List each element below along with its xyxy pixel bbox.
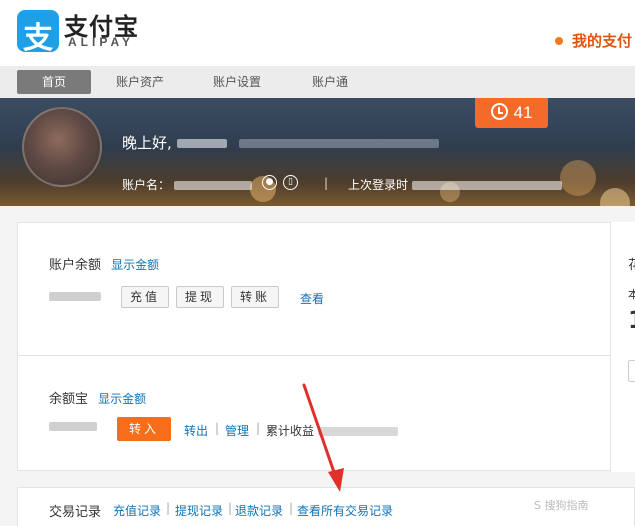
recharge-records-link[interactable]: 充值记录 [113,502,161,519]
my-alipay-link[interactable]: 我的支付 [555,30,632,51]
reminder-badge[interactable]: 41 [475,98,548,128]
separator: | [324,176,329,190]
alarm-clock-icon [490,103,508,121]
balance-card: 账户余额 显示金额 充值 提现 转账 查看 [17,222,611,356]
accumulated-earnings: 累计收益 [266,422,398,439]
yuebao-row-title: 余额宝 显示金额 [49,388,146,407]
masked-greeting-tail [239,139,440,148]
logo-mark-char: 支 [23,21,53,52]
user-banner: 晚上好, 账户名： ● ▯ | 上次登录时 41 [0,98,635,206]
masked-account-name [173,181,252,190]
tab-account-link[interactable]: 账户通 [308,66,352,98]
top-header: 支 支付宝 ALIPAY 我的支付 [0,0,635,66]
masked-last-login [411,181,562,190]
bokeh-light [560,160,596,196]
last-login-row: 上次登录时 [348,176,562,193]
separator: | [228,501,233,515]
tab-account-assets[interactable]: 账户资产 [112,66,168,98]
recharge-button[interactable]: 充值 [121,286,169,308]
balance-row-title: 账户余额 显示金额 [49,254,159,273]
phone-icon[interactable]: ▯ [283,175,298,190]
all-transactions-link[interactable]: 查看所有交易记录 [297,502,393,519]
masked-yuebao-amount [49,422,97,431]
account-name-row: 账户名： [122,176,252,193]
masked-username [176,139,227,148]
side-panel-value: 1 [628,306,635,334]
separator: | [289,501,294,515]
transactions-label: 交易记录 [49,505,102,520]
show-yuebao-link[interactable]: 显示金额 [98,392,146,406]
greeting: 晚上好, [122,132,440,153]
manage-link[interactable]: 管理 [225,422,249,439]
separator: | [166,501,171,515]
transfer-button[interactable]: 转账 [231,286,279,308]
reminder-count: 41 [513,103,533,122]
bokeh-light [600,188,630,206]
side-panel: 花 本 1 [610,222,635,472]
identity-icon[interactable]: ● [262,175,277,190]
last-login-label: 上次登录时 [348,178,409,192]
alipay-logo-icon[interactable]: 支 [17,10,59,52]
view-link[interactable]: 查看 [300,290,324,307]
side-panel-label: 本 [628,288,635,301]
logo-name-en: ALIPAY [68,35,135,49]
show-balance-link[interactable]: 显示金额 [111,258,159,272]
accumulated-earnings-label: 累计收益 [266,424,315,438]
side-panel-title: 花 [628,258,635,273]
account-name-label: 账户名： [122,178,171,192]
withdraw-button[interactable]: 提现 [176,286,224,308]
separator: | [256,421,261,435]
masked-balance [49,292,101,301]
yuebao-label: 余额宝 [49,392,89,407]
my-alipay-label: 我的支付 [572,32,633,50]
greeting-text: 晚上好, [122,134,172,152]
yuebao-card: 余额宝 显示金额 转入 转出 | 管理 | 累计收益 [17,355,611,471]
watermark: S 搜狗指南 [534,499,589,512]
balance-label: 账户余额 [49,258,102,273]
transfer-out-link[interactable]: 转出 [184,422,208,439]
bullet-dot-icon [555,36,563,45]
tab-home[interactable]: 首页 [17,70,91,94]
separator: | [215,421,220,435]
refund-records-link[interactable]: 退款记录 [235,502,283,519]
avatar[interactable] [22,107,102,187]
side-panel-button[interactable] [628,360,635,382]
withdraw-records-link[interactable]: 提现记录 [175,502,223,519]
masked-earnings [317,427,398,436]
transfer-in-button[interactable]: 转入 [117,417,171,441]
tab-account-settings[interactable]: 账户设置 [209,66,265,98]
main-nav: 首页 账户资产 账户设置 账户通 [0,66,635,98]
